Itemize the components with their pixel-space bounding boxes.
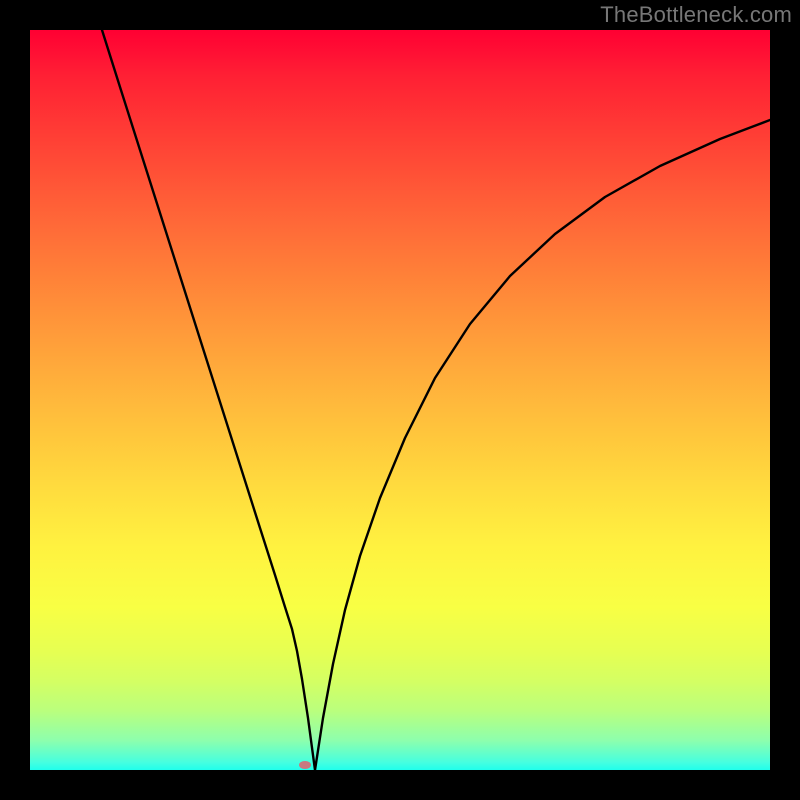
plot-area <box>30 30 770 770</box>
watermark-text: TheBottleneck.com <box>600 2 792 28</box>
bottleneck-curve <box>30 30 770 770</box>
chart-frame: TheBottleneck.com <box>0 0 800 800</box>
minimum-marker <box>299 761 311 769</box>
